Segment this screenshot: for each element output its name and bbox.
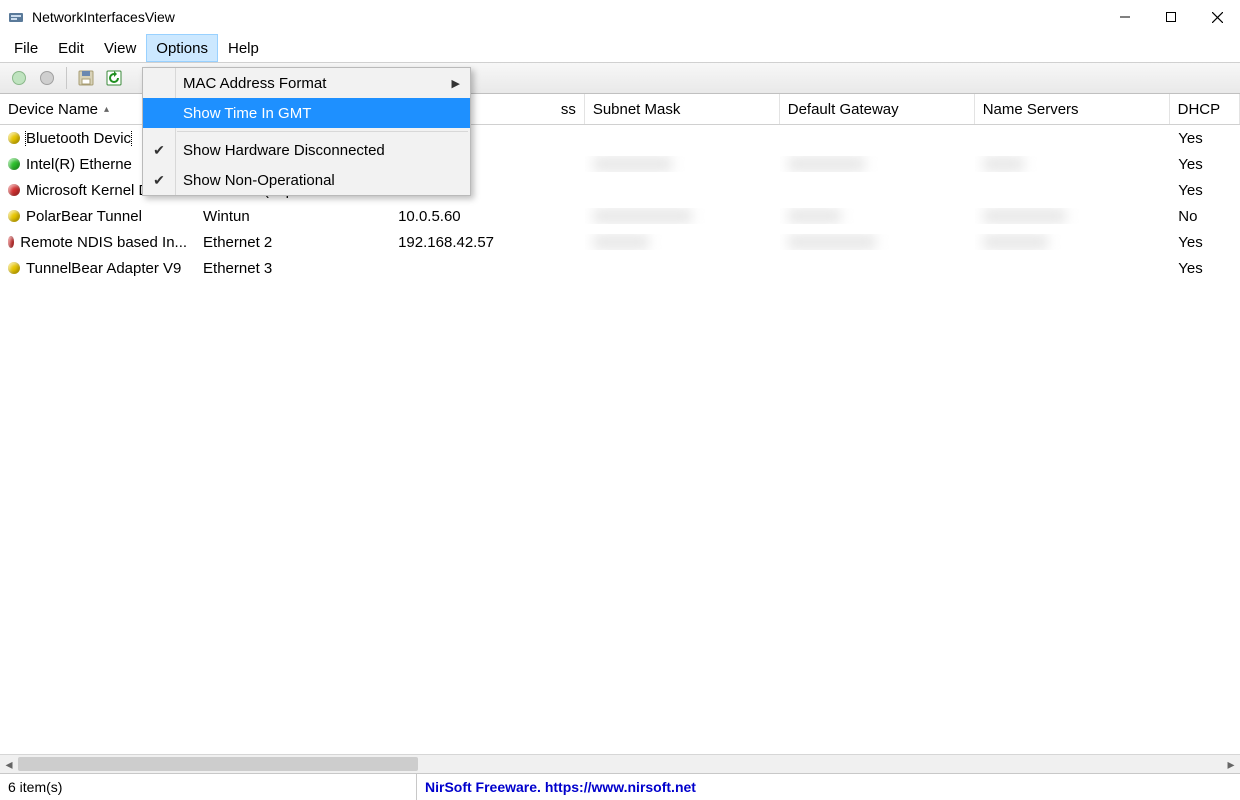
- col-dhcp[interactable]: DHCP: [1170, 94, 1240, 124]
- check-icon: ✔: [143, 165, 175, 195]
- maximize-button[interactable]: [1148, 0, 1194, 34]
- grid[interactable]: Bluetooth DevicYesIntel(R) Etherne.131Ye…: [0, 125, 1240, 754]
- col-label: Device Name: [8, 101, 98, 118]
- options-menu-dropdown: MAC Address Format ▶ Show Time In GMT ✔ …: [142, 67, 471, 196]
- cell-name-servers: [975, 208, 1170, 224]
- status-dot-icon: [8, 210, 20, 222]
- col-subnet-mask[interactable]: Subnet Mask: [585, 94, 780, 124]
- minimize-button[interactable]: [1102, 0, 1148, 34]
- menu-separator: [177, 131, 468, 132]
- sort-asc-icon: ▴: [104, 104, 109, 115]
- menu-label: Show Non-Operational: [183, 172, 335, 189]
- toolbar-btn-green[interactable]: [6, 65, 32, 91]
- cell-connection-name: Ethernet 2: [195, 234, 390, 251]
- app-window: NetworkInterfacesView File Edit View Opt…: [0, 0, 1240, 800]
- cell-device-name: PolarBear Tunnel: [0, 208, 195, 225]
- status-dot-icon: [8, 236, 14, 248]
- scroll-left-arrow-icon[interactable]: ◂: [0, 755, 18, 773]
- col-label: DHCP: [1178, 101, 1221, 118]
- cell-subnet-mask: [585, 156, 780, 172]
- menu-label: Show Hardware Disconnected: [183, 142, 385, 159]
- cell-default-gateway: [780, 156, 975, 172]
- cell-connection-name: Wintun: [195, 208, 390, 225]
- col-name-servers[interactable]: Name Servers: [975, 94, 1170, 124]
- refresh-icon[interactable]: [101, 65, 127, 91]
- status-dot-icon: [8, 158, 20, 170]
- menu-edit[interactable]: Edit: [48, 34, 94, 62]
- status-dot-icon: [8, 262, 20, 274]
- col-label: Subnet Mask: [593, 101, 681, 118]
- menu-item-show-time-gmt[interactable]: Show Time In GMT: [143, 98, 470, 128]
- menu-label: MAC Address Format: [183, 75, 326, 92]
- menu-help[interactable]: Help: [218, 34, 269, 62]
- col-default-gateway[interactable]: Default Gateway: [780, 94, 975, 124]
- cell-dhcp: Yes: [1170, 156, 1240, 173]
- col-label: Default Gateway: [788, 101, 899, 118]
- horizontal-scrollbar[interactable]: ◂ ▸: [0, 754, 1240, 773]
- menu-view[interactable]: View: [94, 34, 146, 62]
- status-dot-icon: [8, 184, 20, 196]
- title-bar: NetworkInterfacesView: [0, 0, 1240, 34]
- scroll-track[interactable]: [18, 755, 1222, 773]
- cell-ip-address: 10.0.5.60: [390, 208, 585, 225]
- cell-dhcp: Yes: [1170, 234, 1240, 251]
- menu-item-show-hw-disconnected[interactable]: ✔ Show Hardware Disconnected: [143, 135, 470, 165]
- col-label: Name Servers: [983, 101, 1079, 118]
- cell-default-gateway: [780, 234, 975, 250]
- app-icon: [8, 9, 24, 25]
- cell-dhcp: Yes: [1170, 260, 1240, 277]
- table-row[interactable]: PolarBear TunnelWintun10.0.5.60 No: [0, 203, 1240, 229]
- window-title: NetworkInterfacesView: [32, 9, 175, 25]
- menu-bar: File Edit View Options Help: [0, 34, 1240, 62]
- menu-file[interactable]: File: [4, 34, 48, 62]
- close-button[interactable]: [1194, 0, 1240, 34]
- cell-ip-address: 192.168.42.57: [390, 234, 585, 251]
- status-credit: NirSoft Freeware. https://www.nirsoft.ne…: [417, 774, 704, 800]
- toolbar-btn-grey[interactable]: [34, 65, 60, 91]
- toolbar-separator: [66, 67, 67, 89]
- save-icon[interactable]: [73, 65, 99, 91]
- menu-label: Show Time In GMT: [183, 105, 311, 122]
- col-label: ss: [561, 101, 576, 118]
- cell-device-name: TunnelBear Adapter V9: [0, 260, 195, 277]
- cell-name-servers: [975, 234, 1170, 250]
- cell-dhcp: No: [1170, 208, 1240, 225]
- table-row[interactable]: TunnelBear Adapter V9Ethernet 3 Yes: [0, 255, 1240, 281]
- scroll-right-arrow-icon[interactable]: ▸: [1222, 755, 1240, 773]
- submenu-arrow-icon: ▶: [452, 77, 460, 90]
- cell-dhcp: Yes: [1170, 182, 1240, 199]
- scroll-thumb[interactable]: [18, 757, 418, 771]
- menu-icon-slot: [143, 68, 175, 98]
- status-item-count: 6 item(s): [0, 774, 417, 800]
- menu-icon-slot: [143, 98, 175, 128]
- check-icon: ✔: [143, 135, 175, 165]
- nirsoft-link[interactable]: NirSoft Freeware. https://www.nirsoft.ne…: [425, 779, 696, 795]
- menu-options[interactable]: Options: [146, 34, 218, 62]
- table-row[interactable]: Remote NDIS based In...Ethernet 2192.168…: [0, 229, 1240, 255]
- menu-item-mac-address-format[interactable]: MAC Address Format ▶: [143, 68, 470, 98]
- cell-default-gateway: [780, 208, 975, 224]
- cell-subnet-mask: [585, 234, 780, 250]
- cell-dhcp: Yes: [1170, 130, 1240, 147]
- cell-device-name: Remote NDIS based In...: [0, 234, 195, 251]
- status-dot-icon: [8, 132, 20, 144]
- menu-item-show-non-operational[interactable]: ✔ Show Non-Operational: [143, 165, 470, 195]
- cell-subnet-mask: [585, 208, 780, 224]
- cell-name-servers: [975, 156, 1170, 172]
- status-bar: 6 item(s) NirSoft Freeware. https://www.…: [0, 773, 1240, 800]
- cell-connection-name: Ethernet 3: [195, 260, 390, 277]
